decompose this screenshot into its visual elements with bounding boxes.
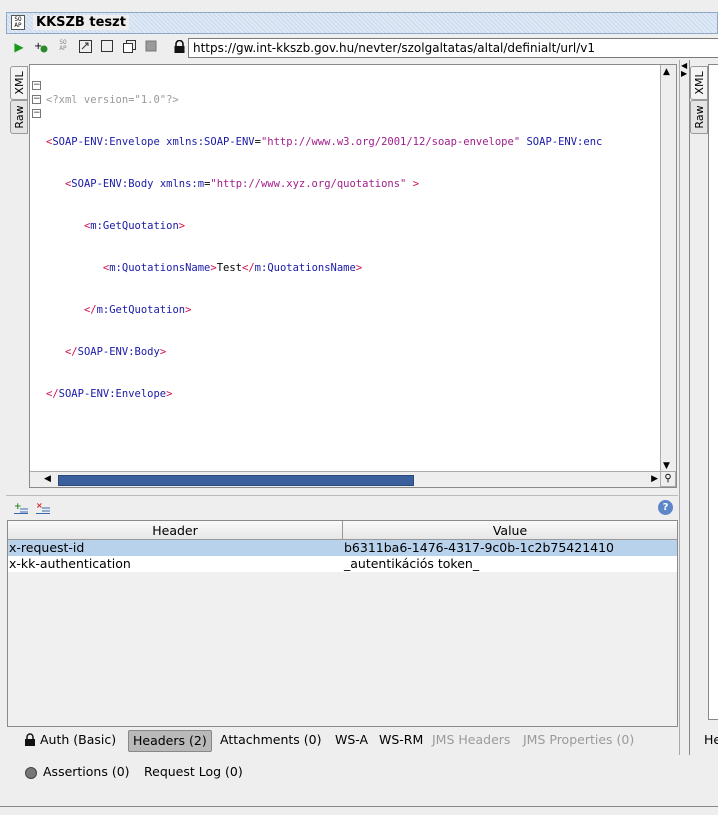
tab-headers[interactable]: Headers (2) <box>128 730 212 752</box>
split-divider[interactable]: ◀ ▶ <box>679 60 689 755</box>
lock-icon <box>25 733 35 746</box>
soap-logo-icon: SO AP <box>11 15 25 30</box>
request-toolbar: ▶ + SO AP https://gw.int-kkszb.gov.hu/nev… <box>6 36 718 60</box>
help-icon[interactable]: ? <box>658 500 673 515</box>
svg-text:+: + <box>14 502 22 512</box>
status-dot-icon <box>25 767 37 779</box>
table-row[interactable]: x-request-id b6311ba6-1476-4317-9c0b-1c2… <box>8 540 677 556</box>
tab-jms-headers[interactable]: JMS Headers <box>428 730 514 752</box>
tab-raw[interactable]: Raw <box>10 100 28 134</box>
window-title: KKSZB teszt <box>33 15 129 30</box>
fold-gutter: − − − <box>30 65 44 473</box>
vertical-scrollbar[interactable]: ▲ ▼ <box>660 65 676 473</box>
response-tab-cut[interactable]: He <box>700 730 718 752</box>
window-title-bar[interactable]: SO AP KKSZB teszt <box>6 12 718 34</box>
add-header-icon[interactable]: + <box>14 501 28 515</box>
run-icon[interactable]: ▶ <box>12 40 26 54</box>
stop-icon[interactable] <box>144 40 158 54</box>
remove-header-icon[interactable]: × <box>36 501 50 515</box>
expand-left-icon[interactable]: ◀ ▶ <box>681 62 687 78</box>
code-line: <SOAP-ENV:Body xmlns:m="http://www.xyz.o… <box>64 178 420 190</box>
format-icon[interactable] <box>78 40 92 54</box>
tab-xml[interactable]: XML <box>10 66 28 100</box>
request-tabs: Auth (Basic) Headers (2) Attachments (0)… <box>8 730 678 752</box>
tab-ws-a[interactable]: WS-A <box>331 730 372 752</box>
fold-toggle-icon[interactable]: − <box>32 81 41 90</box>
fold-toggle-icon[interactable]: − <box>32 95 41 104</box>
response-tab-raw[interactable]: Raw <box>690 100 708 134</box>
header-name-cell[interactable]: x-request-id <box>8 540 343 556</box>
soap-icon[interactable]: SO AP <box>56 40 70 54</box>
tab-attachments[interactable]: Attachments (0) <box>216 730 325 752</box>
zoom-search-icon[interactable]: ⚲ <box>660 471 676 487</box>
tab-auth[interactable]: Auth (Basic) <box>20 730 120 752</box>
table-row[interactable]: x-kk-authentication _autentikációs token… <box>8 556 677 572</box>
code-line: </SOAP-ENV:Envelope> <box>46 388 173 400</box>
tab-jms-properties[interactable]: JMS Properties (0) <box>519 730 638 752</box>
request-xml-editor[interactable]: − − − <?xml version="1.0"?> <SOAP-ENV:En… <box>29 64 677 488</box>
header-value-cell[interactable]: _autentikációs token_ <box>343 556 677 572</box>
column-header-header[interactable]: Header <box>8 521 343 540</box>
endpoint-url-field[interactable]: https://gw.int-kkszb.gov.hu/nevter/szolg… <box>188 38 718 58</box>
scroll-up-icon[interactable]: ▲ <box>663 67 670 77</box>
xml-code[interactable]: <?xml version="1.0"?> <SOAP-ENV:Envelope… <box>46 65 660 471</box>
split-view-icon[interactable] <box>100 40 114 54</box>
response-xml-editor[interactable] <box>708 64 718 720</box>
code-line: </SOAP-ENV:Body> <box>64 346 167 358</box>
scroll-right-icon[interactable]: ▶ <box>651 474 658 484</box>
code-line: <m:QuotationsName>Test</m:QuotationsName… <box>102 262 363 274</box>
code-line: <?xml version="1.0"?> <box>46 94 179 106</box>
horizontal-scrollbar[interactable]: ◀ ▶ <box>30 471 662 487</box>
header-name-cell[interactable]: x-kk-authentication <box>8 556 343 572</box>
code-line: <m:GetQuotation> <box>83 220 186 232</box>
tab-assertions[interactable]: Assertions (0) <box>39 762 134 784</box>
lock-icon[interactable] <box>172 39 186 54</box>
tab-view-icon[interactable] <box>122 40 136 54</box>
horizontal-scroll-thumb[interactable] <box>58 475 414 486</box>
code-line: <SOAP-ENV:Envelope xmlns:SOAP-ENV="http:… <box>46 136 603 148</box>
assertions-bar: Assertions (0) Request Log (0) <box>6 762 718 784</box>
svg-text:×: × <box>36 501 43 510</box>
tab-ws-rm[interactable]: WS-RM <box>375 730 427 752</box>
code-line: </m:GetQuotation> <box>83 304 192 316</box>
scroll-down-icon[interactable]: ▼ <box>663 461 670 471</box>
headers-toolbar: + × ? <box>6 495 678 519</box>
headers-table[interactable]: Header Value x-request-id b6311ba6-1476-… <box>7 520 678 727</box>
add-endpoint-icon[interactable]: + <box>34 40 48 54</box>
response-tab-xml[interactable]: XML <box>690 66 708 100</box>
scroll-left-icon[interactable]: ◀ <box>44 474 51 484</box>
tab-request-log[interactable]: Request Log (0) <box>140 762 247 784</box>
column-header-value[interactable]: Value <box>343 521 677 540</box>
fold-toggle-icon[interactable]: − <box>32 109 41 118</box>
header-value-cell[interactable]: b6311ba6-1476-4317-9c0b-1c2b75421410 <box>343 540 677 556</box>
status-bar <box>0 806 718 815</box>
